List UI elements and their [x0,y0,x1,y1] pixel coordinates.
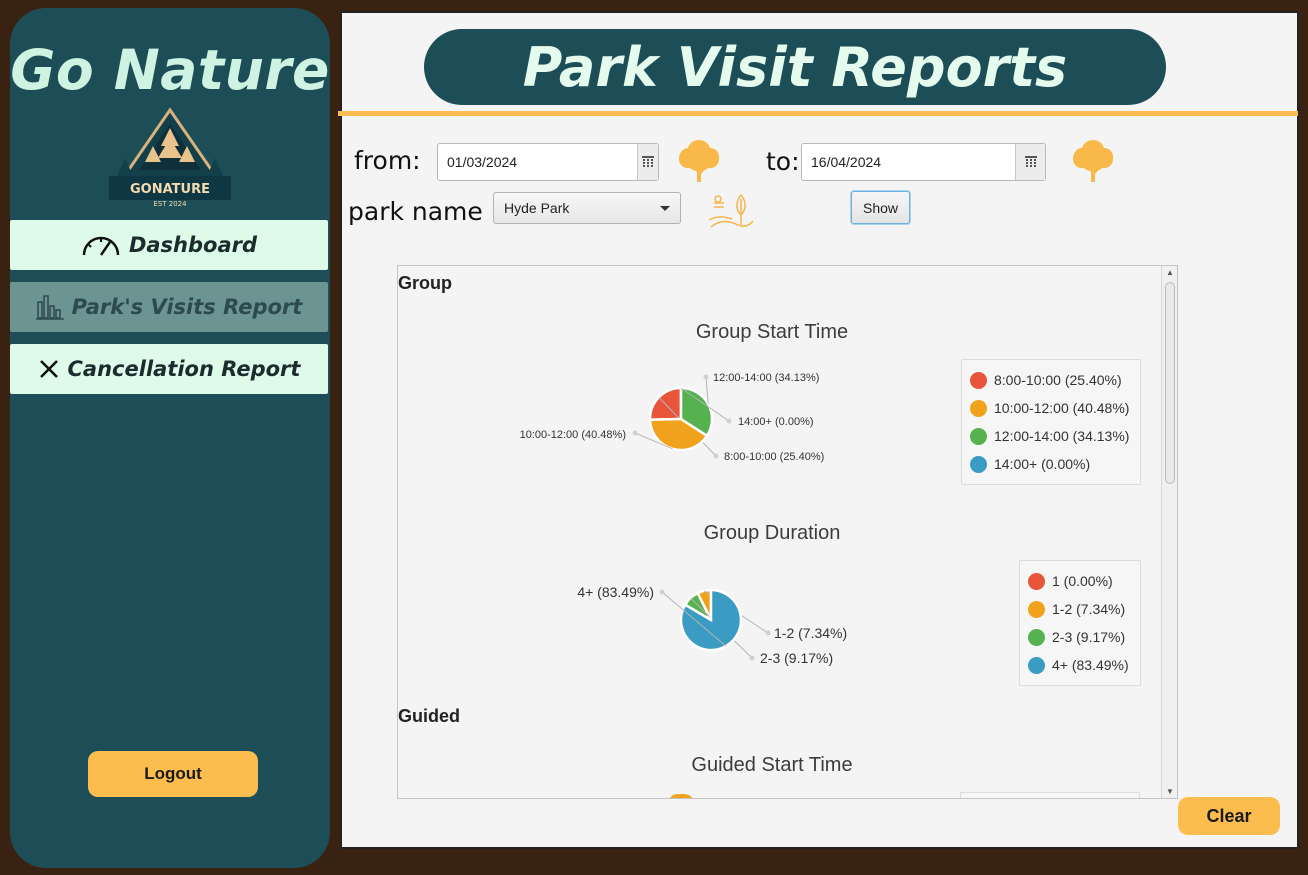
sidebar-item-dashboard[interactable]: Dashboard [10,220,328,270]
legend-label: 4+ (83.49%) [1052,657,1129,673]
from-label: from: [354,146,421,175]
legend-item: 1 (0.00%) [1028,567,1132,595]
logo-text: GONATURE [130,182,210,197]
page-title: Park Visit Reports [424,29,1166,105]
logout-button[interactable]: Logout [88,751,258,797]
scrollbar-thumb[interactable] [1165,282,1175,484]
legend-swatch [1028,656,1045,674]
pie-label: 4+ (83.49%) [577,584,654,600]
clear-button[interactable]: Clear [1178,797,1280,835]
sidebar-item-label: Park's Visits Report [71,295,303,319]
brand-title: Go Nature [10,38,330,102]
chart-legend: 1 (0.00%) 1-2 (7.34%) 2-3 (9.17%) 4+ (83… [1019,560,1141,686]
park-name-label: park name : [348,197,500,226]
park-name-select[interactable]: Hyde Park [493,192,681,224]
chart-title: Guided Start Time [691,754,853,776]
to-date-picker[interactable] [801,143,1046,181]
legend-label: 2-3 (9.17%) [1052,629,1126,645]
to-label: to: [766,147,800,176]
header-divider [338,111,1298,116]
sidebar: Go Nature GONATURE EST 2024 Dashboard Pa… [10,8,330,868]
pie-label-dot [659,589,665,595]
to-date-input[interactable] [802,144,1015,180]
close-icon [39,360,58,378]
tree-icon [679,140,720,182]
pie-label-dot [749,655,755,661]
section-title-guided: Guided [398,706,460,726]
calendar-icon[interactable] [637,144,658,180]
legend-swatch [1028,628,1045,646]
speedometer-icon [82,236,120,256]
logo-subtext: EST 2024 [153,200,187,208]
chart-legend [960,792,1140,798]
main-panel: Park Visit Reports from: to: park name :… [338,11,1299,849]
legend-label: 1-2 (7.34%) [1052,601,1126,617]
pie-slice-partial [668,794,694,798]
scroll-down-icon[interactable]: ▼ [1166,787,1174,796]
report-scroll-pane[interactable]: Group Group Start Time 8:00-10:00 (25.40… [397,265,1178,799]
gonature-logo: GONATURE EST 2024 [109,107,231,208]
sidebar-item-cancellation-report[interactable]: Cancellation Report [10,344,328,394]
pie-label-dot [765,630,771,636]
legend-swatch [1028,572,1045,590]
pie-label: 2-3 (9.17%) [760,650,833,666]
scroll-up-icon[interactable]: ▲ [1166,268,1174,277]
legend-label: 1 (0.00%) [1052,573,1113,589]
calendar-icon[interactable] [1015,144,1045,180]
park-landscape-icon [708,193,754,228]
park-name-value: Hyde Park [504,200,570,216]
sidebar-item-label: Cancellation Report [67,357,301,381]
report-scrollbar[interactable]: ▲ ▼ [1161,266,1177,798]
chevron-down-icon [660,205,670,211]
sidebar-item-label: Dashboard [128,233,258,257]
bar-chart-icon [35,295,64,320]
legend-swatch [1028,600,1045,618]
sidebar-item-parks-visits-report[interactable]: Park's Visits Report [10,282,328,332]
show-button[interactable]: Show [851,191,910,224]
from-date-picker[interactable] [437,143,659,181]
from-date-input[interactable] [438,144,637,180]
legend-item: 4+ (83.49%) [1028,651,1132,679]
legend-item: 2-3 (9.17%) [1028,623,1132,651]
tree-icon [1073,140,1114,182]
pie-label: 1-2 (7.34%) [774,625,847,641]
legend-item: 1-2 (7.34%) [1028,595,1132,623]
